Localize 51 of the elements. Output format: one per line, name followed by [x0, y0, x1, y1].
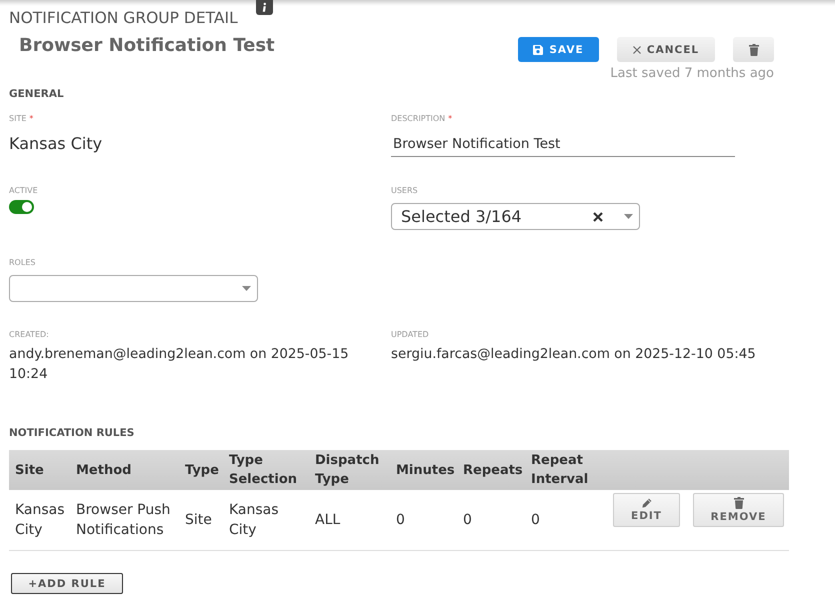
field-label: DESCRIPTION — [391, 114, 446, 124]
field-value: andy.breneman@leading2lean.com on 2025-05-15 10:24 — [9, 346, 350, 384]
field-label: CREATED: — [9, 330, 49, 340]
caret-icon — [624, 214, 633, 219]
table-cell-text: 0 — [530, 511, 541, 530]
delete-button[interactable] — [733, 37, 774, 62]
table-cell-text: Kansas City — [14, 501, 66, 540]
field-label: ACTIVE — [9, 186, 38, 196]
pencil-icon — [642, 498, 652, 508]
add-rule-button[interactable]: +ADD RULE — [11, 573, 123, 594]
field-value: sergiu.farcas@leading2lean.com on 2025-12-10 05:45 — [391, 346, 757, 364]
column-header: Repeats — [462, 462, 524, 480]
page-title: NOTIFICATION GROUP DETAIL — [9, 9, 238, 27]
field-label: ROLES — [9, 258, 36, 268]
section-heading: NOTIFICATION RULES — [9, 427, 134, 439]
required-mark: * — [448, 114, 452, 124]
table-cell-text: Site — [184, 511, 213, 530]
record-name: Browser Notification Test — [19, 35, 275, 56]
table-cell-text: Kansas City — [228, 501, 280, 540]
field-label: UPDATED — [391, 330, 429, 340]
table-cell-text: 0 — [395, 511, 406, 530]
column-header: Method — [75, 462, 132, 480]
trash-icon — [748, 44, 758, 56]
text-input[interactable]: Browser Notification Test — [391, 132, 735, 157]
last-saved-text: Last saved 7 months ago — [610, 66, 774, 82]
table-cell-text: 0 — [462, 511, 473, 530]
column-header: Minutes — [395, 462, 456, 480]
clear-icon[interactable] — [593, 212, 603, 222]
section-heading: GENERAL — [9, 88, 64, 100]
caret-icon — [242, 286, 251, 291]
save-button[interactable]: SAVE — [518, 37, 599, 62]
column-header: Type — [184, 462, 220, 480]
table-cell-text: Browser Push Notifications — [75, 501, 172, 540]
column-header: Dispatch Type — [314, 452, 380, 489]
column-header: Site — [14, 462, 45, 480]
column-header: Type Selection — [228, 452, 298, 489]
field-value: Kansas City — [9, 134, 102, 154]
save-icon — [533, 44, 544, 54]
remove-button[interactable]: REMOVE — [693, 493, 784, 527]
required-mark: * — [29, 114, 34, 124]
info-icon[interactable] — [256, 0, 273, 15]
cancel-button[interactable]: CANCEL — [617, 37, 715, 62]
close-icon — [632, 46, 641, 54]
trash-icon — [734, 497, 744, 509]
column-header: Repeat Interval — [530, 452, 590, 489]
table-cell-text: ALL — [314, 511, 342, 530]
field-label: SITE — [9, 114, 26, 124]
toggle-switch[interactable] — [9, 200, 34, 214]
dropdown-select[interactable]: Selected 3/164 — [391, 203, 640, 230]
edit-button[interactable]: EDIT — [613, 493, 680, 527]
field-label: USERS — [391, 186, 418, 196]
